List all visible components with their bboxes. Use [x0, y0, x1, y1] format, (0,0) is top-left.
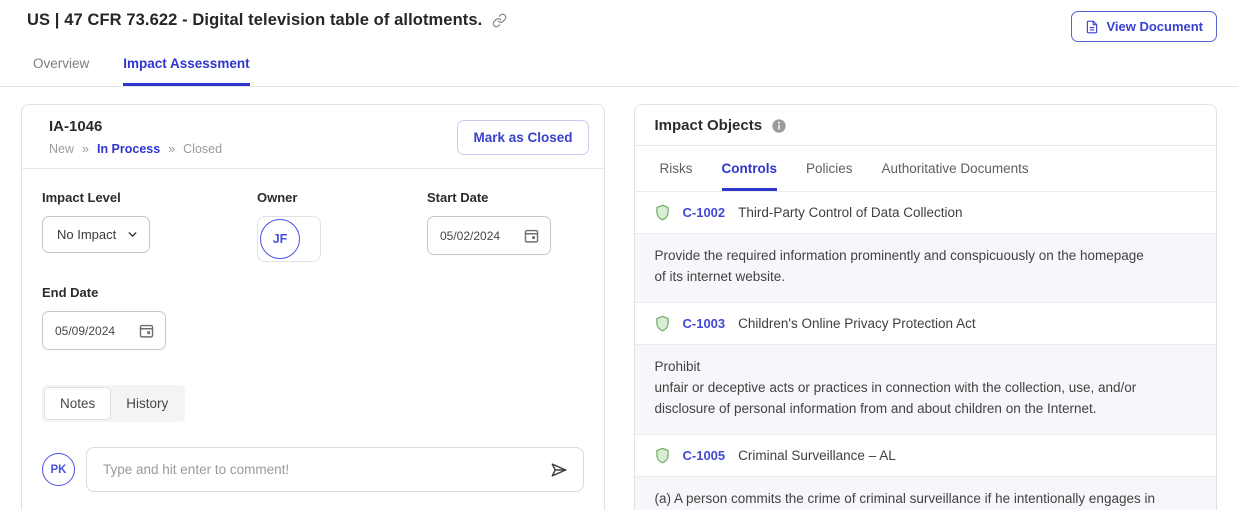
main-tab-bar: Overview Impact Assessment [0, 42, 1238, 87]
owner-field: Owner JF [257, 190, 427, 262]
start-date-input[interactable]: 05/02/2024 [427, 216, 551, 255]
mark-as-closed-button[interactable]: Mark as Closed [457, 120, 588, 155]
impact-objects-title: Impact Objects [655, 117, 763, 134]
send-comment-button[interactable] [549, 460, 569, 480]
impact-objects-tab-bar: Risks Controls Policies Authoritative Do… [635, 146, 1217, 192]
workflow-separator: » [82, 142, 89, 156]
start-date-value: 05/02/2024 [440, 229, 500, 243]
chevron-down-icon [126, 228, 139, 241]
control-id-link[interactable]: C-1002 [683, 205, 726, 220]
view-document-label: View Document [1106, 19, 1203, 34]
control-row: C-1003 Children's Online Privacy Protect… [635, 303, 1217, 345]
impact-level-select[interactable]: No Impact [42, 216, 150, 253]
control-description: Provide the required information promine… [635, 234, 1217, 303]
tab-notes[interactable]: Notes [44, 387, 111, 420]
page-header: US | 47 CFR 73.622 - Digital television … [0, 0, 1238, 42]
page-title: US | 47 CFR 73.622 - Digital television … [27, 11, 482, 30]
control-description: (a) A person commits the crime of crimin… [635, 477, 1217, 510]
control-id-link[interactable]: C-1005 [683, 448, 726, 463]
control-row: C-1002 Third-Party Control of Data Colle… [635, 192, 1217, 234]
tab-overview[interactable]: Overview [33, 56, 89, 86]
impact-level-field: Impact Level No Impact [42, 190, 257, 262]
owner-avatar: JF [260, 219, 300, 259]
tab-impact-assessment[interactable]: Impact Assessment [123, 56, 249, 86]
tab-history[interactable]: History [111, 388, 183, 419]
workflow-step-in-process: In Process [97, 142, 160, 156]
comment-row: PK [42, 447, 584, 492]
impact-objects-card: Impact Objects Risks Controls Policies A… [634, 104, 1218, 510]
workflow-step-closed: Closed [183, 142, 222, 156]
calendar-icon[interactable] [138, 322, 155, 339]
impact-level-value: No Impact [57, 227, 116, 242]
start-date-label: Start Date [427, 190, 584, 205]
end-date-label: End Date [42, 285, 584, 300]
workflow-separator: » [168, 142, 175, 156]
permalink-icon[interactable] [492, 13, 507, 28]
calendar-icon[interactable] [523, 227, 540, 244]
owner-chip[interactable]: JF [257, 216, 321, 262]
end-date-input[interactable]: 05/09/2024 [42, 311, 166, 350]
document-icon [1085, 20, 1099, 34]
control-row: C-1005 Criminal Surveillance – AL [635, 435, 1217, 477]
end-date-field: End Date 05/09/2024 [42, 285, 584, 350]
owner-label: Owner [257, 190, 427, 205]
control-title: Children's Online Privacy Protection Act [738, 316, 975, 331]
impact-assessment-card: IA-1046 New » In Process » Closed Mark a… [21, 104, 605, 510]
workflow-step-new: New [49, 142, 74, 156]
control-title: Third-Party Control of Data Collection [738, 205, 962, 220]
end-date-value: 05/09/2024 [55, 324, 115, 338]
notes-history-tabs: Notes History [42, 385, 185, 422]
info-icon[interactable] [771, 118, 787, 134]
comment-input[interactable] [103, 462, 539, 477]
tab-risks[interactable]: Risks [660, 161, 693, 191]
shield-icon [655, 315, 670, 332]
start-date-field: Start Date 05/02/2024 [427, 190, 584, 262]
current-user-avatar: PK [42, 453, 75, 486]
view-document-button[interactable]: View Document [1071, 11, 1217, 42]
tab-controls[interactable]: Controls [722, 161, 778, 191]
tab-authoritative-documents[interactable]: Authoritative Documents [882, 161, 1029, 191]
comment-input-wrap [86, 447, 584, 492]
shield-icon [655, 447, 670, 464]
impact-level-label: Impact Level [42, 190, 257, 205]
control-id-link[interactable]: C-1003 [683, 316, 726, 331]
control-description: Prohibit unfair or deceptive acts or pra… [635, 345, 1217, 435]
tab-policies[interactable]: Policies [806, 161, 853, 191]
control-title: Criminal Surveillance – AL [738, 448, 896, 463]
shield-icon [655, 204, 670, 221]
